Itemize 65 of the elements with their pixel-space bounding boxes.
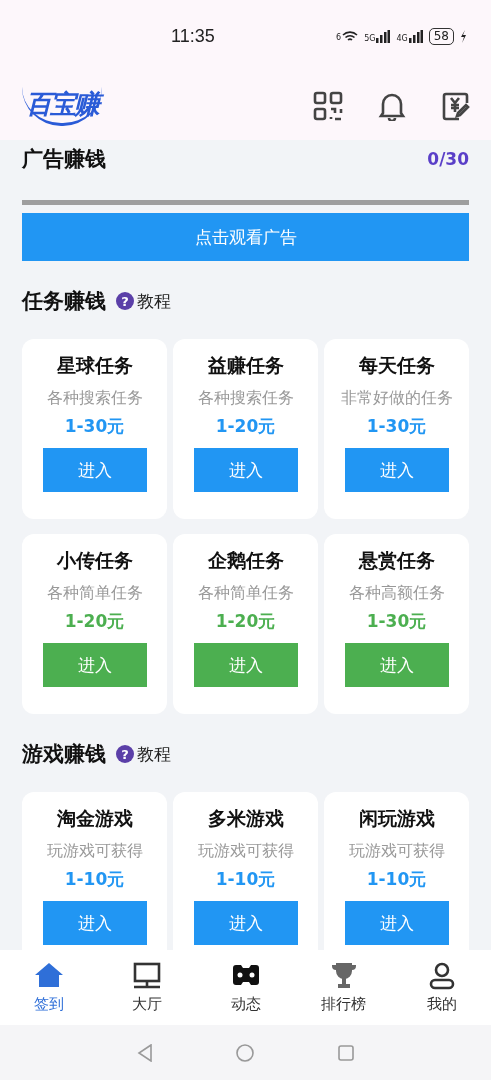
help-icon[interactable]: ? [116, 292, 134, 310]
battery-level: 58 [428, 27, 454, 45]
card-description: 玩游戏可获得 [46, 841, 143, 862]
reward-range: 1-10元 [64, 868, 125, 891]
enter-button[interactable]: 进入 [42, 901, 147, 945]
card-title: 小传任务 [56, 548, 133, 573]
card-title: 企鹅任务 [207, 548, 284, 573]
enter-button[interactable]: 进入 [344, 448, 449, 492]
tutorial-link[interactable]: 教程 [137, 742, 171, 766]
nav-tab[interactable]: 我的 [392, 950, 491, 1025]
nav-tab[interactable]: 排行榜 [294, 950, 393, 1025]
section-title: 任务赚钱 [22, 288, 106, 315]
wifi-icon [342, 30, 359, 42]
yuan-edit-icon[interactable] [441, 91, 471, 121]
card-title: 益赚任务 [207, 353, 284, 378]
enter-button[interactable]: 进入 [344, 643, 449, 687]
wifi-label: 6 [336, 33, 342, 42]
reward-range: 1-10元 [215, 868, 276, 891]
card-title: 悬赏任务 [358, 548, 435, 573]
monitor-icon [132, 961, 163, 991]
clock-time: 11:35 [171, 25, 215, 47]
enter-button[interactable]: 进入 [42, 643, 147, 687]
card-description: 各种高额任务 [348, 583, 445, 604]
card-title: 星球任务 [56, 353, 133, 378]
signal-icon [376, 29, 391, 43]
enter-button[interactable]: 进入 [42, 448, 147, 492]
home-circle-icon[interactable] [234, 1042, 255, 1063]
help-icon[interactable]: ? [116, 745, 134, 763]
card-description: 各种简单任务 [46, 583, 143, 604]
reward-range: 1-10元 [366, 868, 427, 891]
watch-ad-button[interactable]: 点击观看广告 [22, 213, 469, 261]
section-title: 游戏赚钱 [22, 741, 106, 768]
card-title: 每天任务 [358, 353, 435, 378]
reward-range: 1-30元 [366, 610, 427, 633]
reward-range: 1-30元 [64, 415, 125, 438]
network-label: 4G [396, 33, 408, 43]
ad-counter: 0/30 [427, 149, 469, 169]
signal-icon [408, 29, 423, 43]
card-description: 非常好做的任务 [340, 388, 453, 409]
card-description: 各种搜索任务 [197, 388, 294, 409]
card-title: 淘金游戏 [56, 806, 133, 831]
tutorial-link[interactable]: 教程 [137, 289, 171, 313]
card-description: 玩游戏可获得 [348, 841, 445, 862]
reward-range: 1-20元 [64, 610, 125, 633]
enter-button[interactable]: 进入 [193, 448, 298, 492]
network-label: 5G [364, 33, 376, 43]
card-description: 各种搜索任务 [46, 388, 143, 409]
nav-tab[interactable]: 动态 [196, 950, 295, 1025]
reward-range: 1-20元 [215, 415, 276, 438]
card-title: 多米游戏 [207, 806, 284, 831]
card-description: 各种简单任务 [197, 583, 294, 604]
reward-range: 1-20元 [215, 610, 276, 633]
section-title: 广告赚钱 [22, 146, 106, 173]
enter-button[interactable]: 进入 [193, 643, 298, 687]
card-title: 闲玩游戏 [358, 806, 435, 831]
nav-tab[interactable]: 大厅 [98, 950, 197, 1025]
bell-icon[interactable] [377, 91, 407, 121]
reward-range: 1-30元 [366, 415, 427, 438]
nav-tab[interactable]: 签到 [0, 950, 99, 1025]
app-logo: 百宝赚 [22, 86, 102, 126]
enter-button[interactable]: 进入 [193, 901, 298, 945]
card-description: 玩游戏可获得 [197, 841, 294, 862]
enter-button[interactable]: 进入 [344, 901, 449, 945]
qr-code-icon[interactable] [313, 91, 343, 121]
back-icon[interactable] [136, 1043, 153, 1062]
